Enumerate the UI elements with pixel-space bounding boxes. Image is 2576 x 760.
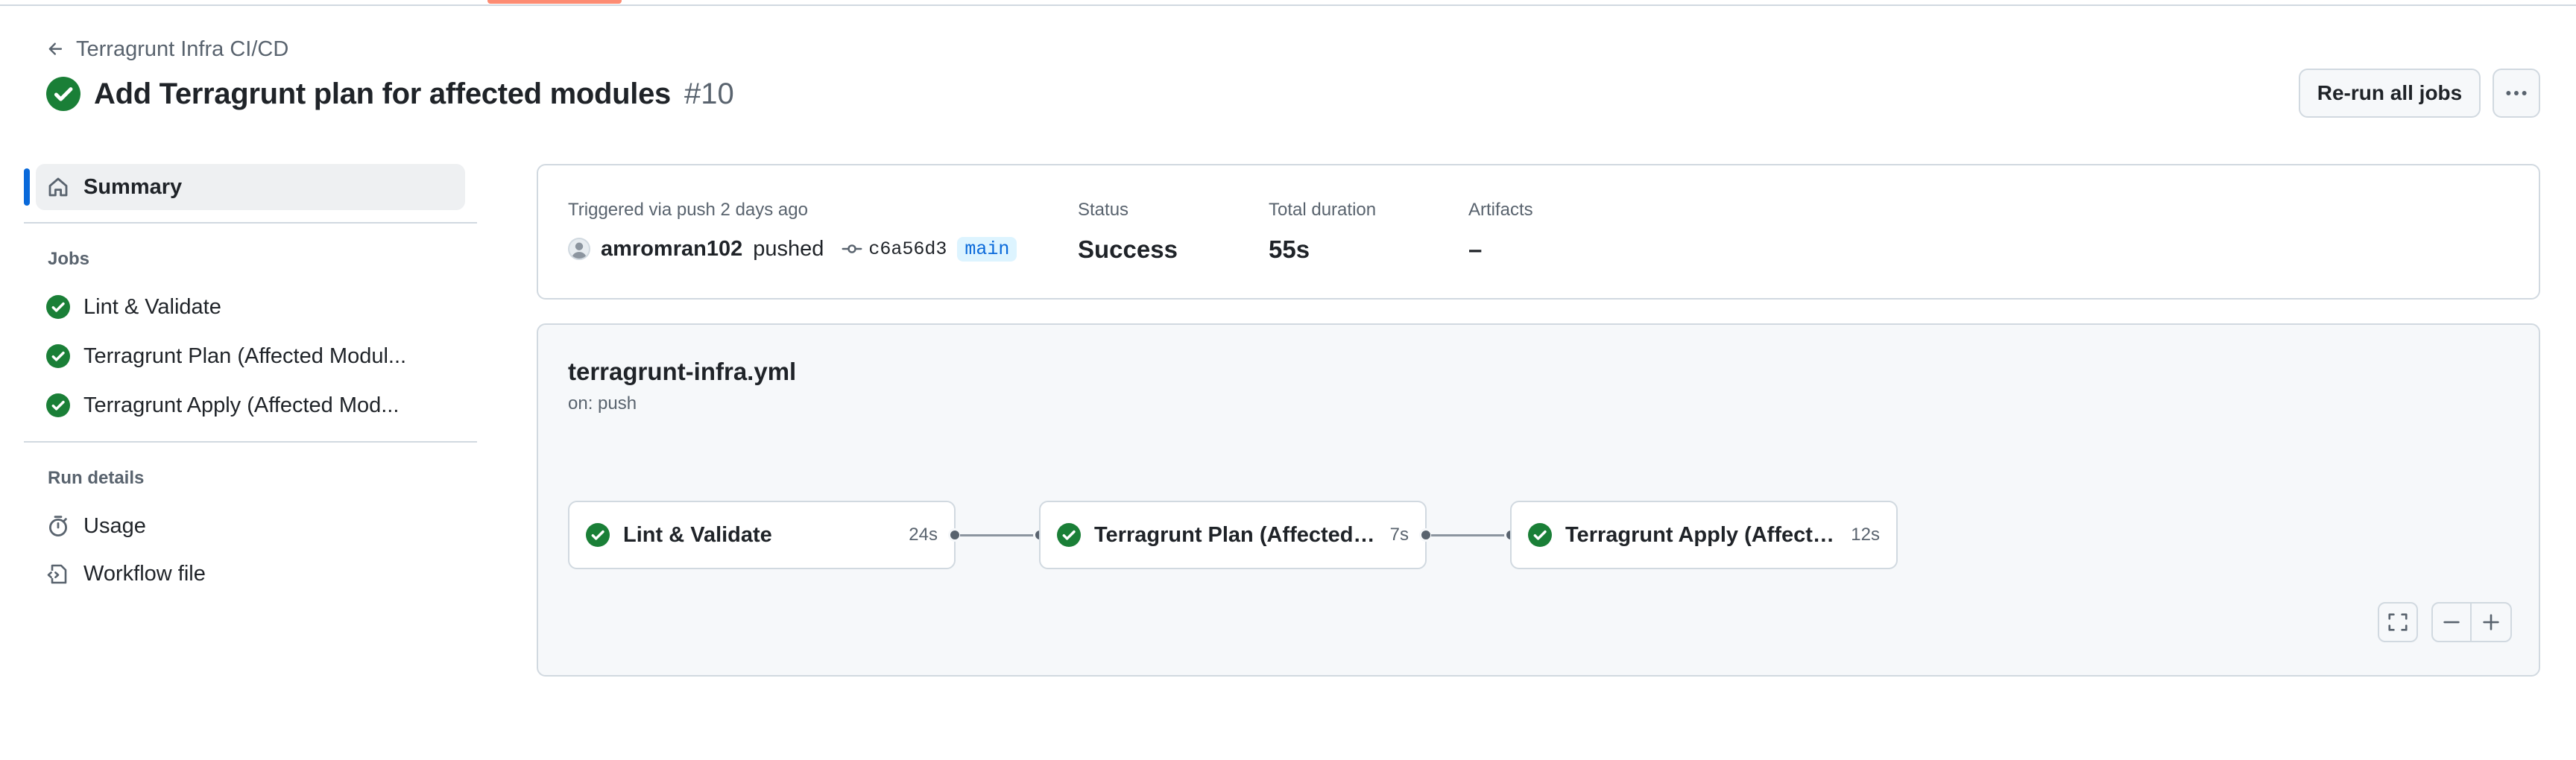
- sidebar-item-label: Lint & Validate: [83, 294, 221, 319]
- commit-sha: c6a56d3: [868, 238, 947, 260]
- trigger-label: Triggered via push 2 days ago: [568, 200, 808, 220]
- home-icon: [48, 177, 68, 197]
- zoom-in-button[interactable]: [2472, 604, 2510, 641]
- sidebar-item-label: Terragrunt Apply (Affected Mod...: [83, 393, 400, 417]
- divider: [24, 441, 477, 443]
- workflow-file-name[interactable]: terragrunt-infra.yml: [568, 358, 796, 386]
- sidebar-item-summary[interactable]: Summary: [24, 164, 465, 210]
- fullscreen-button[interactable]: [2378, 602, 2418, 642]
- plus-icon: [2483, 614, 2499, 630]
- job-duration: 12s: [1851, 525, 1880, 545]
- zoom-out-button[interactable]: [2433, 604, 2472, 641]
- sidebar-item-workflow-file[interactable]: Workflow file: [46, 554, 206, 593]
- check-circle-fill-icon: [46, 295, 70, 319]
- check-circle-fill-icon: [1528, 523, 1552, 547]
- user-avatar-icon: [572, 242, 587, 259]
- graph-job-card[interactable]: Terragrunt Apply (Affecte... 12s: [1510, 501, 1898, 569]
- run-summary-panel: Triggered via push 2 days ago amromran10…: [537, 164, 2540, 300]
- check-circle-fill-icon: [46, 77, 80, 111]
- active-indicator: [24, 168, 30, 206]
- breadcrumb[interactable]: Terragrunt Infra CI/CD: [46, 33, 288, 66]
- branch-badge[interactable]: main: [957, 236, 1017, 262]
- graph-job-card[interactable]: Terragrunt Plan (Affected ... 7s: [1039, 501, 1427, 569]
- status-label: Status: [1078, 200, 1129, 220]
- stopwatch-icon: [48, 516, 68, 537]
- trigger-action: pushed: [753, 236, 824, 261]
- check-circle-fill-icon: [46, 344, 70, 368]
- sidebar-item-job[interactable]: Terragrunt Plan (Affected Modul...: [46, 337, 406, 376]
- page-title: Add Terragrunt plan for affected modules…: [46, 73, 734, 115]
- sidebar-item-usage[interactable]: Usage: [46, 507, 146, 545]
- connector-line: [960, 534, 1035, 536]
- graph-job-card[interactable]: Lint & Validate 24s: [568, 501, 956, 569]
- trigger-details: amromran102 pushed c6a56d3 main: [568, 234, 1017, 264]
- minus-icon: [2443, 621, 2460, 624]
- top-nav-border: [0, 0, 2576, 6]
- rerun-all-jobs-button[interactable]: Re-run all jobs: [2299, 69, 2481, 118]
- jobs-heading: Jobs: [48, 249, 90, 269]
- sidebar-item-label: Usage: [83, 513, 146, 538]
- check-circle-fill-icon: [46, 393, 70, 417]
- job-name: Terragrunt Apply (Affecte...: [1565, 522, 1838, 547]
- sidebar-item-label: Terragrunt Plan (Affected Modul...: [83, 343, 407, 368]
- check-circle-fill-icon: [1057, 523, 1081, 547]
- sidebar-item-job[interactable]: Terragrunt Apply (Affected Mod...: [46, 386, 399, 425]
- screen-full-icon: [2388, 613, 2408, 631]
- workflow-trigger: on: push: [568, 393, 637, 414]
- sidebar-item-label: Workflow file: [83, 561, 206, 586]
- run-title: Add Terragrunt plan for affected modules: [94, 77, 671, 110]
- git-commit-icon: [842, 244, 862, 253]
- kebab-horizontal-icon: [2506, 91, 2527, 95]
- artifacts-label: Artifacts: [1468, 200, 1533, 220]
- check-circle-fill-icon: [586, 523, 610, 547]
- arrow-left-icon: [48, 42, 63, 55]
- duration-label: Total duration: [1269, 200, 1377, 220]
- workflow-graph-panel: terragrunt-infra.yml on: push Lint & Val…: [537, 323, 2540, 677]
- run-number: #10: [684, 77, 734, 110]
- commit-link[interactable]: c6a56d3: [842, 238, 947, 260]
- sidebar-item-job[interactable]: Lint & Validate: [46, 288, 221, 326]
- job-name: Terragrunt Plan (Affected ...: [1094, 522, 1377, 547]
- more-options-button[interactable]: [2493, 69, 2540, 118]
- workflow-link[interactable]: Terragrunt Infra CI/CD: [76, 37, 288, 62]
- duration-value: 55s: [1269, 235, 1310, 263]
- divider: [24, 222, 477, 224]
- active-tab-indicator: [487, 0, 622, 4]
- status-value: Success: [1078, 235, 1178, 263]
- avatar[interactable]: [568, 238, 590, 260]
- job-name: Lint & Validate: [623, 522, 772, 547]
- file-code-icon: [47, 564, 67, 584]
- connector-line: [1431, 534, 1506, 536]
- run-details-heading: Run details: [48, 468, 145, 488]
- job-duration: 7s: [1389, 525, 1409, 545]
- artifacts-value: –: [1468, 235, 1483, 263]
- job-duration: 24s: [909, 525, 938, 545]
- sidebar-item-label: Summary: [83, 174, 183, 199]
- actor-link[interactable]: amromran102: [601, 237, 742, 262]
- zoom-controls: [2431, 602, 2512, 642]
